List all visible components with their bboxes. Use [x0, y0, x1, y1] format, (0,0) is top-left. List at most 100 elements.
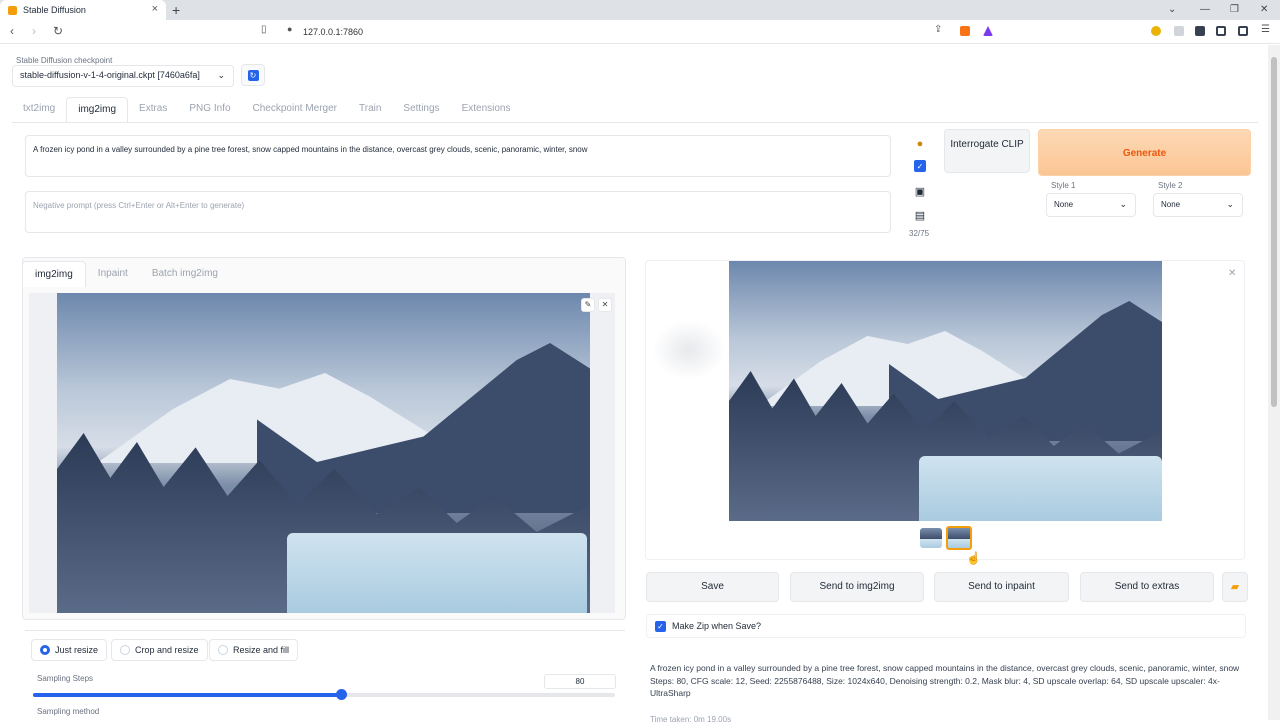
sampling-steps-slider[interactable] [33, 689, 615, 700]
style1-label: Style 1 [1051, 181, 1076, 190]
interrogate-label: Interrogate CLIP [950, 139, 1024, 150]
interrogate-clip-button[interactable]: Interrogate CLIP [944, 129, 1030, 173]
edit-icon[interactable]: ✎ [581, 298, 595, 312]
save-icon[interactable]: ▣ [912, 183, 928, 199]
style1-value: None [1054, 200, 1074, 209]
tab-settings[interactable]: Settings [392, 97, 450, 122]
info-icon[interactable]: ● [287, 24, 292, 34]
wallet-icon[interactable] [1238, 26, 1248, 36]
prompt-input[interactable]: A frozen icy pond in a valley surrounded… [25, 135, 891, 177]
mouse-cursor-icon: ☝ [966, 551, 981, 565]
output-image[interactable] [729, 261, 1162, 521]
close-icon[interactable]: ✕ [598, 298, 612, 312]
resize-mode-group: Just resize Crop and resize Resize and f… [25, 630, 625, 667]
style2-label: Style 2 [1158, 181, 1183, 190]
negative-prompt-input[interactable]: Negative prompt (press Ctrl+Enter or Alt… [25, 191, 891, 233]
radio-crop-and-resize[interactable]: Crop and resize [111, 639, 208, 661]
minimize-icon[interactable]: — [1200, 0, 1210, 20]
generate-button[interactable]: Generate [1038, 129, 1251, 176]
chevron-down-icon: ⌄ [1226, 199, 1234, 209]
refresh-icon: ↻ [247, 69, 259, 81]
tab-extensions[interactable]: Extensions [451, 97, 522, 122]
reload-icon[interactable]: ↻ [53, 24, 63, 38]
tab-img2img[interactable]: img2img [66, 97, 129, 122]
tab-extras[interactable]: Extras [128, 97, 178, 122]
puzzle-icon[interactable] [1195, 26, 1205, 36]
checkpoint-label: Stable Diffusion checkpoint [16, 56, 113, 65]
img2img-subtabs: img2img Inpaint Batch img2img [22, 261, 230, 287]
chevron-down-icon: ⌄ [1119, 199, 1127, 209]
subtab-img2img[interactable]: img2img [22, 261, 86, 287]
chevron-down-icon: ⌄ [217, 70, 225, 80]
brave-shield-icon[interactable] [960, 26, 970, 36]
make-zip-option[interactable]: ✓ Make Zip when Save? [646, 614, 1246, 638]
tab-divider [12, 122, 1258, 123]
share-icon[interactable]: ⇪ [934, 24, 942, 35]
gallery-thumbnail[interactable] [920, 528, 942, 548]
slider-fill [33, 693, 342, 697]
image-controls: ✎ ✕ [581, 298, 612, 312]
radio-resize-and-fill[interactable]: Resize and fill [209, 639, 299, 661]
checkbox-icon[interactable]: ✓ [914, 160, 926, 172]
radio-label: Resize and fill [233, 645, 290, 655]
browser-tab[interactable]: Stable Diffusion × [0, 0, 166, 20]
info-params: Steps: 80, CFG scale: 12, Seed: 22558764… [650, 676, 1220, 698]
send-to-inpaint-button[interactable]: Send to inpaint [934, 572, 1069, 602]
subtab-inpaint[interactable]: Inpaint [86, 261, 140, 287]
checkpoint-select[interactable]: stable-diffusion-v-1-4-original.ckpt [74… [12, 65, 234, 87]
restore-icon[interactable]: ❐ [1230, 0, 1239, 20]
tab-train[interactable]: Train [348, 97, 392, 122]
radio-dot [40, 645, 50, 655]
clipboard-icon[interactable]: ▤ [912, 207, 928, 223]
bookmark-icon[interactable]: ▯ [261, 24, 267, 35]
extension-icon[interactable] [1174, 26, 1184, 36]
forward-icon[interactable]: › [32, 24, 36, 38]
close-window-icon[interactable]: ✕ [1260, 0, 1268, 20]
webui-page: Stable Diffusion checkpoint stable-diffu… [0, 45, 1268, 724]
refresh-checkpoint-button[interactable]: ↻ [241, 64, 265, 86]
tab-png-info[interactable]: PNG Info [178, 97, 241, 122]
slider-handle[interactable] [336, 689, 348, 700]
browser-toolbar: ‹ › ↻ ▯ ● 127.0.0.1:7860 ⇪ ☰ [0, 20, 1280, 44]
page-scrollbar[interactable] [1268, 45, 1280, 720]
radio-just-resize[interactable]: Just resize [31, 639, 108, 661]
tab-txt2img[interactable]: txt2img [12, 97, 66, 122]
sampling-steps-label: Sampling Steps [37, 674, 94, 683]
sidebar-icon[interactable] [1216, 26, 1226, 36]
address-bar[interactable]: 127.0.0.1:7860 [303, 24, 363, 40]
close-gallery-icon[interactable]: ✕ [1228, 268, 1236, 279]
gallery-thumbnail-selected[interactable] [946, 526, 972, 550]
extension-icon[interactable] [1151, 26, 1161, 36]
menu-icon[interactable]: ☰ [1261, 24, 1270, 35]
radio-label: Crop and resize [135, 645, 199, 655]
sampling-steps-input[interactable]: 80 [544, 674, 616, 689]
style2-select[interactable]: None ⌄ [1153, 193, 1243, 217]
style2-value: None [1161, 200, 1181, 209]
tab-checkpoint-merger[interactable]: Checkpoint Merger [242, 97, 348, 122]
folder-icon[interactable]: ▰ [1222, 572, 1248, 602]
info-prompt: A frozen icy pond in a valley surrounded… [650, 663, 1240, 673]
subtab-batch[interactable]: Batch img2img [140, 261, 230, 287]
checkpoint-value: stable-diffusion-v-1-4-original.ckpt [74… [20, 70, 200, 80]
checkbox-icon[interactable]: ✓ [655, 620, 666, 632]
close-tab-icon[interactable]: × [152, 3, 158, 15]
sampling-method-label: Sampling method [37, 707, 100, 716]
new-tab-icon[interactable]: + [172, 0, 180, 20]
favicon-icon [8, 5, 17, 15]
rewards-icon[interactable] [983, 26, 993, 36]
style1-select[interactable]: None ⌄ [1046, 193, 1136, 217]
browser-tab-title: Stable Diffusion [23, 5, 86, 15]
send-to-extras-button[interactable]: Send to extras [1080, 572, 1214, 602]
generation-info: A frozen icy pond in a valley surrounded… [650, 662, 1240, 700]
input-image [57, 293, 590, 613]
scrollbar-thumb[interactable] [1271, 57, 1277, 407]
main-tabs: txt2img img2img Extras PNG Info Checkpoi… [12, 97, 521, 122]
input-image-area[interactable] [29, 293, 615, 613]
palette-icon[interactable]: ● [912, 136, 928, 152]
back-icon[interactable]: ‹ [10, 24, 14, 38]
token-counter: 32/75 [909, 229, 930, 238]
gallery-blur [652, 320, 726, 380]
tab-search-icon[interactable]: ⌄ [1168, 0, 1176, 20]
save-button[interactable]: Save [646, 572, 779, 602]
send-to-img2img-button[interactable]: Send to img2img [790, 572, 924, 602]
